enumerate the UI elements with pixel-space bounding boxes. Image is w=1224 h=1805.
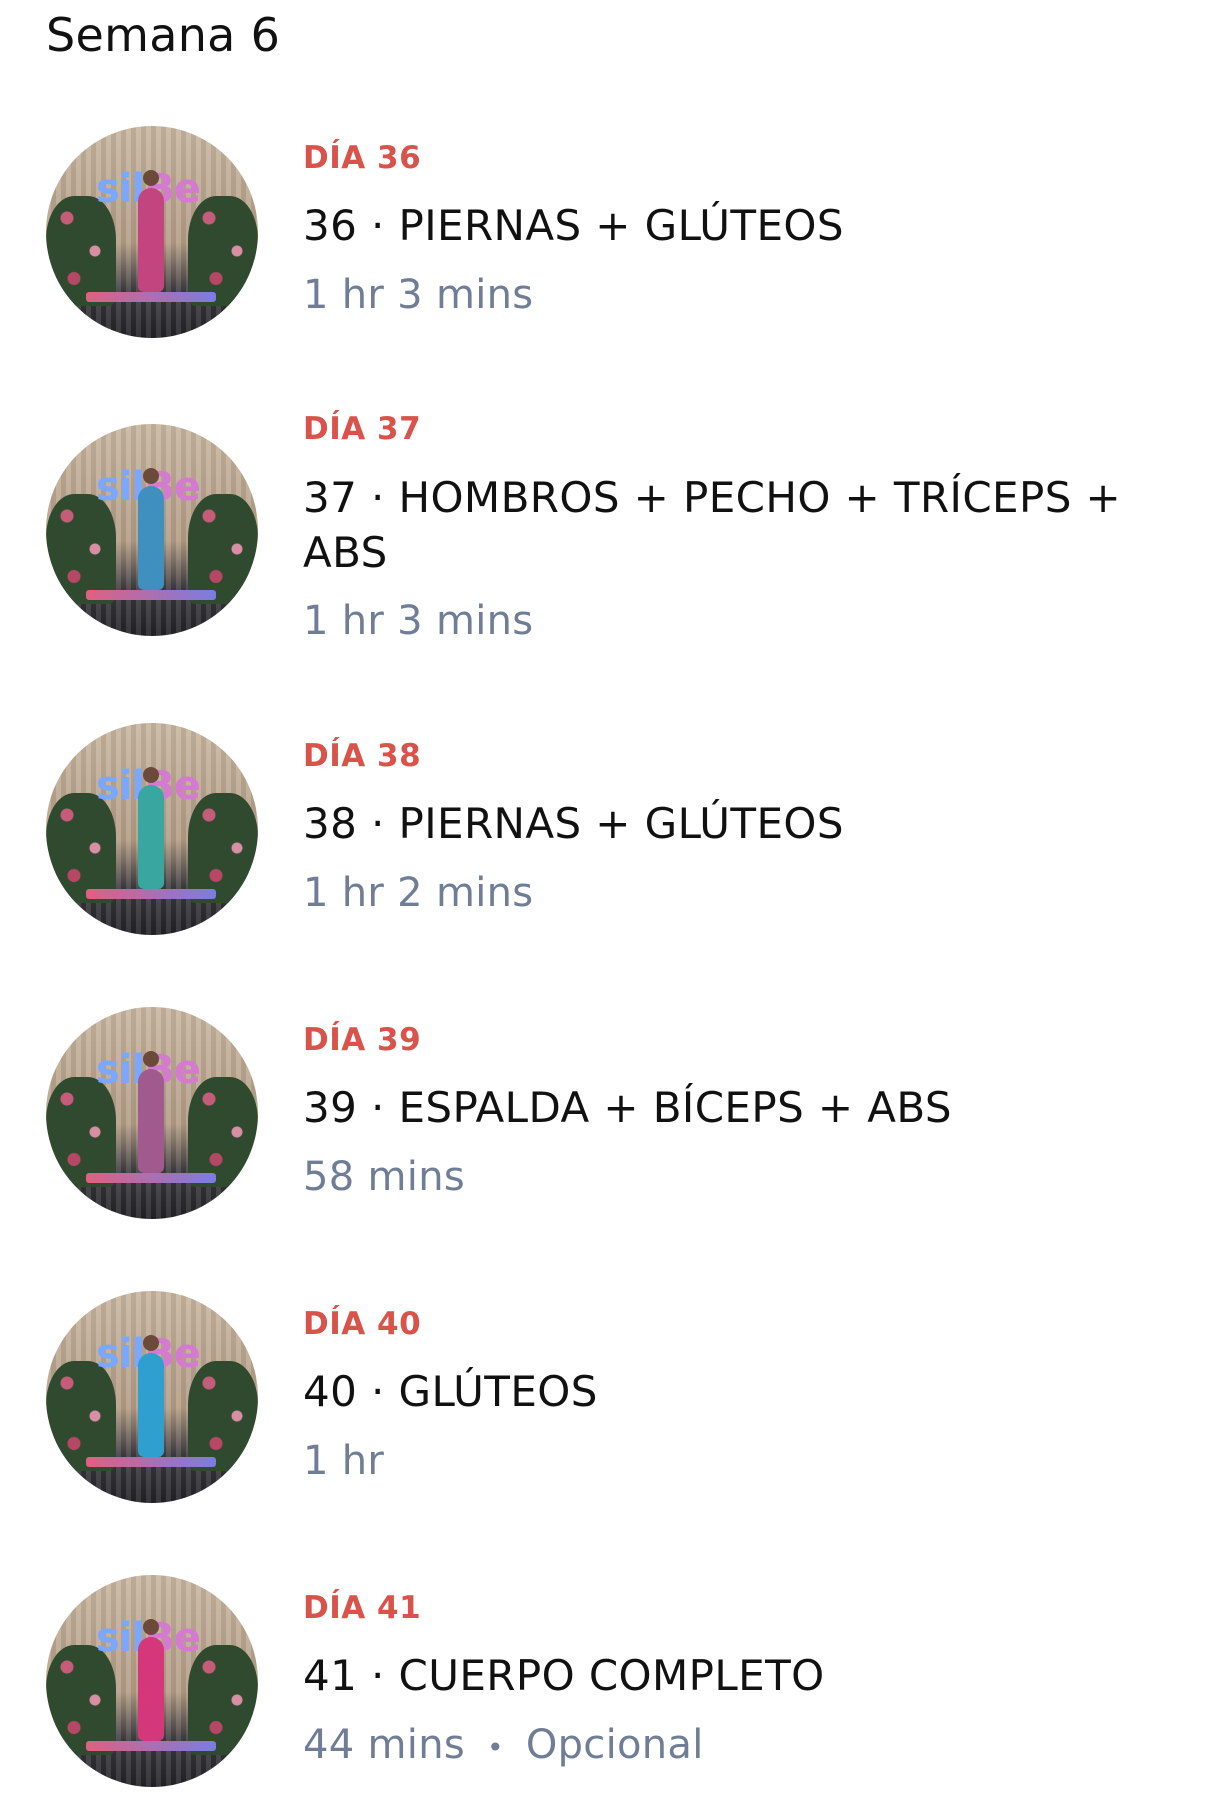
flowers-decoration	[46, 1077, 116, 1187]
workout-thumbnail[interactable]: silBe	[46, 126, 258, 338]
workout-title[interactable]: 38 · PIERNAS + GLÚTEOS	[303, 796, 1183, 851]
trainer-figure	[138, 767, 164, 889]
workout-title[interactable]: 37 · HOMBROS + PECHO + TRÍCEPS + ABS	[303, 470, 1163, 580]
day-label: DÍA 37	[303, 411, 422, 447]
flowers-decoration	[46, 196, 116, 306]
trainer-figure	[138, 1051, 164, 1173]
flowers-decoration	[188, 1077, 258, 1187]
flowers-decoration	[46, 494, 116, 604]
trainer-figure	[138, 1335, 164, 1457]
page: Semana 6 silBe DÍA 36 36 · PIERNAS + GLÚ…	[0, 0, 1224, 1805]
workout-thumbnail[interactable]: silBe	[46, 424, 258, 636]
workout-duration: 1 hr	[303, 1438, 385, 1484]
workout-meta: 58 mins	[303, 1154, 465, 1200]
workout-thumbnail[interactable]: silBe	[46, 723, 258, 935]
workout-title[interactable]: 39 · ESPALDA + BÍCEPS + ABS	[303, 1080, 1183, 1135]
workout-thumbnail[interactable]: silBe	[46, 1007, 258, 1219]
separator-dot: •	[486, 1730, 504, 1764]
workout-duration: 1 hr 3 mins	[303, 272, 534, 318]
workout-duration: 58 mins	[303, 1154, 465, 1200]
day-label: DÍA 38	[303, 738, 422, 774]
workout-meta: 44 mins • Opcional	[303, 1722, 704, 1768]
day-label: DÍA 40	[303, 1306, 422, 1342]
trainer-figure	[138, 1619, 164, 1741]
optional-tag: Opcional	[525, 1722, 704, 1768]
day-label: DÍA 36	[303, 140, 422, 176]
workout-meta: 1 hr 2 mins	[303, 870, 533, 916]
flowers-decoration	[188, 1645, 258, 1755]
workout-thumbnail[interactable]: silBe	[46, 1575, 258, 1787]
workout-duration: 1 hr 3 mins	[303, 598, 534, 644]
exercise-mat	[86, 1173, 216, 1183]
flowers-decoration	[188, 793, 258, 903]
trainer-figure	[138, 468, 164, 590]
exercise-mat	[86, 889, 216, 899]
trainer-figure	[138, 170, 164, 292]
exercise-mat	[86, 1457, 216, 1467]
flowers-decoration	[188, 1361, 258, 1471]
flowers-decoration	[46, 1645, 116, 1755]
exercise-mat	[86, 590, 216, 600]
workout-duration: 1 hr 2 mins	[303, 870, 534, 916]
day-label: DÍA 39	[303, 1022, 422, 1058]
workout-duration: 44 mins	[303, 1722, 465, 1768]
workout-meta: 1 hr 3 mins	[303, 598, 533, 644]
workout-title[interactable]: 36 · PIERNAS + GLÚTEOS	[303, 198, 1183, 253]
workout-meta: 1 hr 3 mins	[303, 272, 533, 318]
workout-title[interactable]: 41 · CUERPO COMPLETO	[303, 1648, 1183, 1703]
day-label: DÍA 41	[303, 1590, 422, 1626]
flowers-decoration	[46, 1361, 116, 1471]
exercise-mat	[86, 292, 216, 302]
workout-title[interactable]: 40 · GLÚTEOS	[303, 1364, 1183, 1419]
workout-meta: 1 hr	[303, 1438, 384, 1484]
exercise-mat	[86, 1741, 216, 1751]
flowers-decoration	[188, 196, 258, 306]
workout-thumbnail[interactable]: silBe	[46, 1291, 258, 1503]
week-title: Semana 6	[46, 8, 281, 62]
flowers-decoration	[46, 793, 116, 903]
flowers-decoration	[188, 494, 258, 604]
